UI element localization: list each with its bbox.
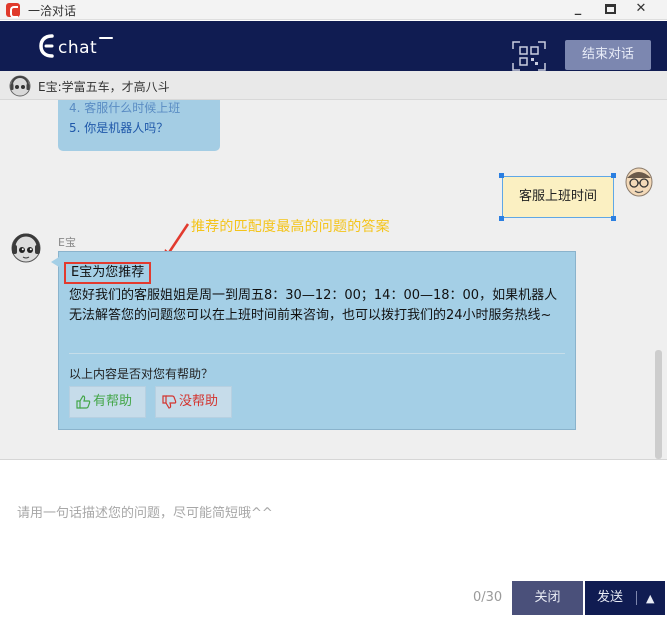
char-counter: 0/30 xyxy=(473,590,503,605)
send-label: 发送 xyxy=(597,590,624,605)
svg-text:chat: chat xyxy=(58,38,97,58)
send-button[interactable]: 发送 ▲ xyxy=(585,581,665,615)
selection-handle xyxy=(499,173,504,178)
close-button[interactable]: 关闭 xyxy=(512,581,583,615)
helpful-no-button[interactable]: 没帮助 xyxy=(155,386,232,418)
send-options-icon[interactable]: ▲ xyxy=(646,582,654,616)
title-bar: 一洽对话 _ ✕ xyxy=(0,0,667,20)
chat-scrollbar[interactable] xyxy=(655,350,662,459)
message-input[interactable]: 请用一句话描述您的问题，尽可能简短哦^^ xyxy=(17,502,273,521)
close-window-button[interactable]: ✕ xyxy=(627,0,655,20)
end-chat-button[interactable]: 结束对话 xyxy=(565,40,651,70)
helpful-question: 以上内容是否对您有帮助？ xyxy=(69,367,214,381)
selection-handle xyxy=(499,216,504,221)
answer-body: 您好我们的客服姐姐是周一到周五8：30—12：00；14：00—18：00，如果… xyxy=(69,288,558,323)
echat-logo: chat xyxy=(39,34,113,58)
user-message-bubble: 客服上班时间 xyxy=(502,176,614,218)
recommended-answer-card: E宝为您推荐 您好我们的客服姐姐是周一到周五8：30—12：00；14：00—1… xyxy=(51,251,576,430)
annotation-text: 推荐的匹配度最高的问题的答案 xyxy=(191,219,390,235)
divider xyxy=(69,353,565,354)
thumbs-down-icon xyxy=(162,395,177,409)
suggestion-item[interactable]: 4. 客服什么时候上班 xyxy=(69,100,209,118)
chat-area: 4. 客服什么时候上班 5. 你是机器人吗？ 客服上班时间 推荐的匹配度最高的问… xyxy=(0,100,667,459)
thumbs-up-icon xyxy=(76,395,91,409)
agent-avatar-icon xyxy=(9,75,31,97)
agent-avatar xyxy=(11,233,41,263)
agent-info-bar: E宝:学富五车，才高八斗 xyxy=(0,71,667,100)
header: chat 结束对话 xyxy=(0,21,667,71)
input-area: 请用一句话描述您的问题，尽可能简短哦^^ 0/30 关闭 发送 ▲ xyxy=(0,459,667,621)
helpful-no-label: 没帮助 xyxy=(179,394,219,409)
maximize-icon xyxy=(604,4,616,14)
agent-name-label: E宝 xyxy=(58,236,76,249)
helpful-yes-label: 有帮助 xyxy=(93,394,133,409)
suggestion-item[interactable]: 5. 你是机器人吗？ xyxy=(69,118,209,138)
maximize-button[interactable] xyxy=(596,0,624,20)
window-title: 一洽对话 xyxy=(28,4,77,18)
helpful-yes-button[interactable]: 有帮助 xyxy=(69,386,146,418)
previous-suggestion-bubble: 4. 客服什么时候上班 5. 你是机器人吗？ xyxy=(58,100,220,151)
selection-handle xyxy=(611,173,616,178)
qr-code-icon[interactable] xyxy=(512,41,546,71)
app-icon xyxy=(6,3,20,18)
minimize-button[interactable]: _ xyxy=(564,0,592,20)
answer-title: E宝为您推荐 xyxy=(64,262,152,284)
send-separator xyxy=(636,591,637,605)
agent-description: E宝:学富五车，才高八斗 xyxy=(38,80,170,94)
user-avatar xyxy=(625,167,653,197)
selection-handle xyxy=(611,216,616,221)
